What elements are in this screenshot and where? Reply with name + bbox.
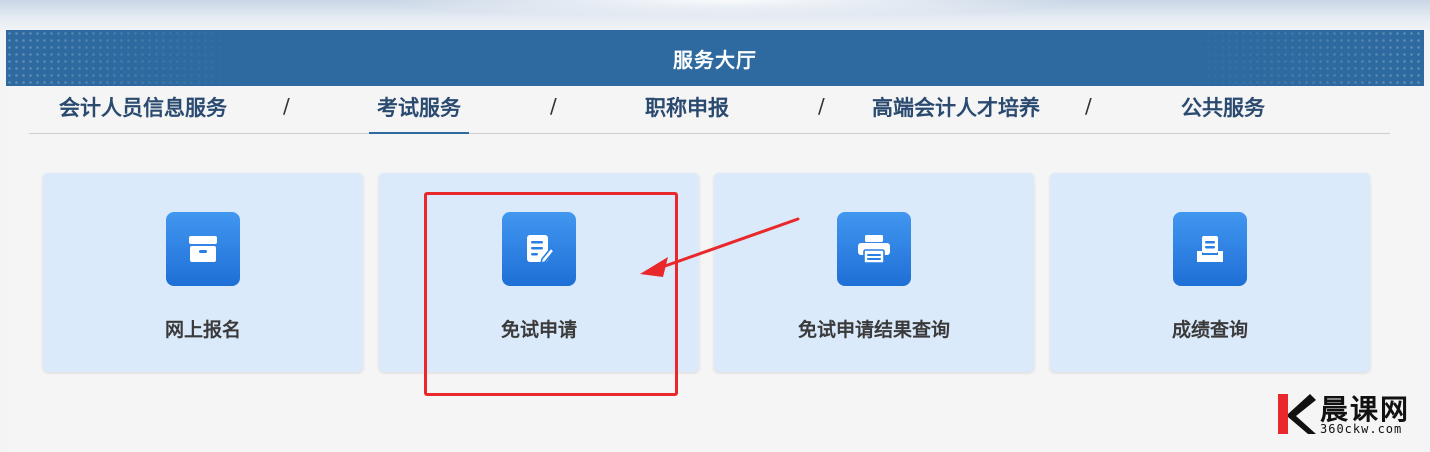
service-card-online-registration[interactable]: 网上报名 bbox=[43, 173, 363, 372]
tab-accountant-info[interactable]: 会计人员信息服务 bbox=[59, 92, 227, 134]
service-hall-header: 服务大厅 bbox=[6, 30, 1424, 86]
service-tabs: 会计人员信息服务 / 考试服务 / 职称申报 / 高端会计人才培养 / 公共服务 bbox=[29, 82, 1390, 134]
service-card-exemption-result[interactable]: 免试申请结果查询 bbox=[714, 173, 1034, 372]
service-card-score-query[interactable]: 成绩查询 bbox=[1050, 173, 1370, 372]
tab-separator: / bbox=[283, 94, 290, 118]
card-label: 成绩查询 bbox=[1171, 319, 1248, 341]
service-card-exemption-application[interactable]: 免试申请 bbox=[379, 173, 699, 372]
watermark-logo-icon bbox=[1278, 394, 1316, 434]
inbox-tray-icon bbox=[1173, 212, 1247, 286]
tab-title-application[interactable]: 职称申报 bbox=[645, 92, 729, 134]
tab-separator: / bbox=[818, 94, 825, 118]
card-label: 免试申请 bbox=[500, 319, 577, 341]
tab-senior-talent[interactable]: 高端会计人才培养 bbox=[872, 92, 1040, 134]
tab-separator: / bbox=[1085, 94, 1092, 118]
banner-strip bbox=[0, 0, 1430, 32]
watermark: 晨课网 360ckw.com bbox=[1276, 390, 1426, 440]
document-edit-icon bbox=[502, 212, 576, 286]
tab-separator: / bbox=[550, 94, 557, 118]
watermark-url: 360ckw.com bbox=[1320, 422, 1403, 436]
printer-icon bbox=[837, 212, 911, 286]
card-label: 免试申请结果查询 bbox=[797, 319, 950, 341]
tab-exam-service[interactable]: 考试服务 bbox=[369, 92, 469, 134]
header-dots-left bbox=[6, 30, 246, 86]
archive-box-icon bbox=[166, 212, 240, 286]
card-label: 网上报名 bbox=[164, 319, 241, 341]
service-hall-title: 服务大厅 bbox=[673, 47, 757, 72]
header-dots-right bbox=[1184, 30, 1424, 86]
tab-public-service[interactable]: 公共服务 bbox=[1181, 92, 1265, 134]
